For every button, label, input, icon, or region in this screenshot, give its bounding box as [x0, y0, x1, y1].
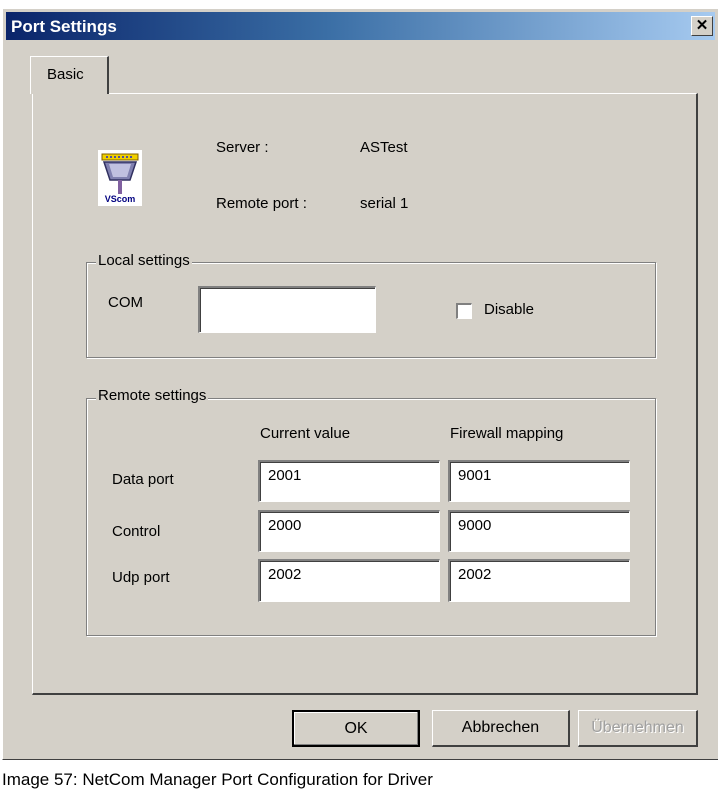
control-current-input[interactable]: 2000 — [258, 510, 440, 552]
control-firewall-input[interactable]: 9000 — [448, 510, 630, 552]
udp-port-label: Udp port — [112, 569, 170, 586]
close-icon: ✕ — [695, 17, 709, 34]
tab-basic-label: Basic — [47, 66, 84, 83]
tab-basic[interactable]: Basic — [30, 56, 109, 94]
window-title: Port Settings — [11, 17, 117, 36]
remote-settings-legend: Remote settings — [96, 387, 209, 404]
data-port-label: Data port — [112, 471, 174, 488]
data-port-firewall-input[interactable]: 9001 — [448, 460, 630, 502]
remote-port-value: serial 1 — [360, 195, 409, 212]
udp-port-current-input[interactable]: 2002 — [258, 559, 440, 602]
disable-label: Disable — [484, 301, 535, 318]
disable-checkbox[interactable] — [456, 303, 472, 319]
com-label: COM — [108, 294, 143, 311]
current-value-header: Current value — [260, 425, 351, 442]
serial-port-icon: VScom — [98, 150, 142, 206]
firewall-mapping-header: Firewall mapping — [450, 425, 564, 442]
control-label: Control — [112, 523, 161, 540]
server-value: ASTest — [360, 139, 408, 156]
local-settings-legend: Local settings — [96, 252, 192, 269]
cancel-button[interactable]: Abbrechen — [432, 710, 570, 747]
udp-port-firewall-input[interactable]: 2002 — [448, 559, 630, 602]
data-port-current-input[interactable]: 2001 — [258, 460, 440, 502]
close-button[interactable]: ✕ — [691, 16, 713, 36]
ok-button[interactable]: OK — [292, 710, 420, 747]
com-input[interactable] — [198, 286, 376, 333]
image-caption: Image 57: NetCom Manager Port Configurat… — [2, 770, 433, 789]
apply-button[interactable]: Übernehmen — [578, 710, 698, 747]
icon-text: VScom — [105, 194, 136, 204]
server-label: Server : — [216, 139, 269, 156]
title-bar[interactable]: Port Settings ✕ — [6, 12, 715, 40]
remote-port-label: Remote port : — [216, 195, 307, 212]
